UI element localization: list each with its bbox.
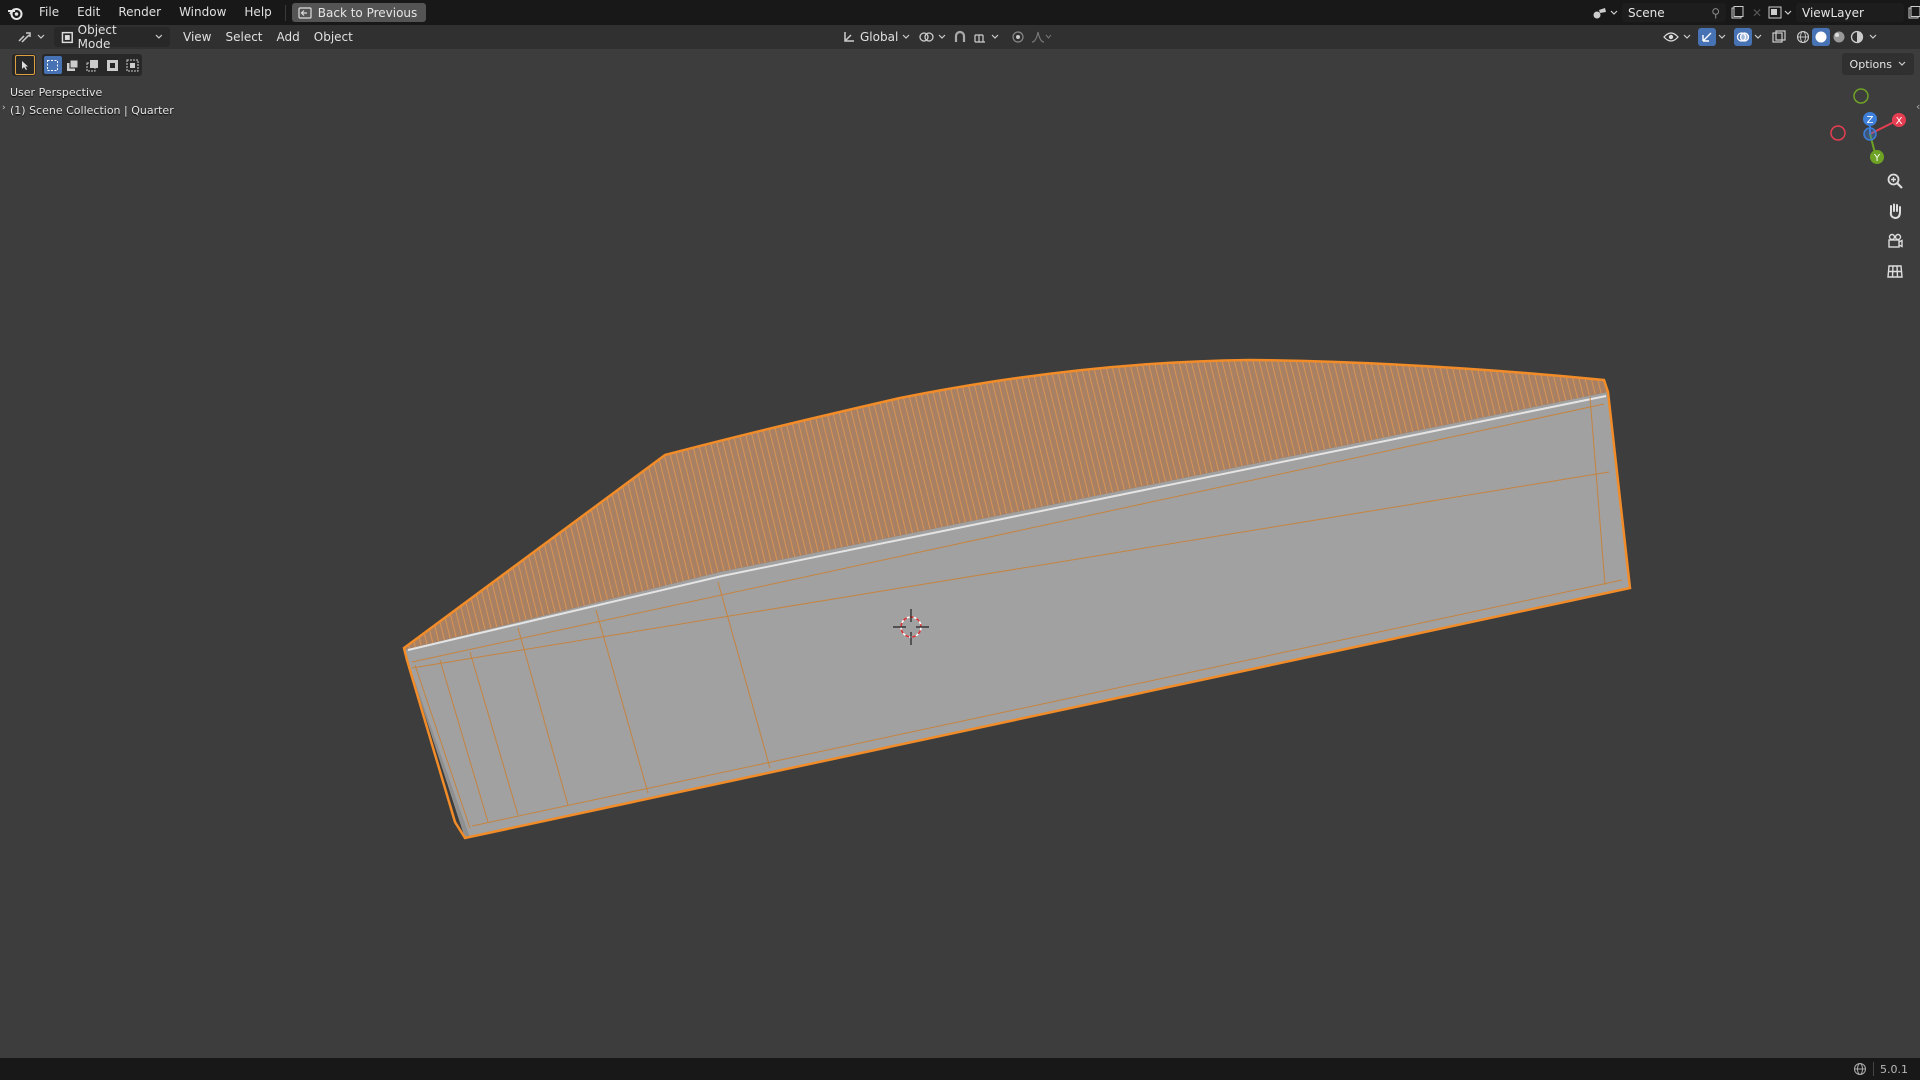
- quarter-object[interactable]: [402, 358, 1632, 840]
- gizmo-x-icon[interactable]: X: [1892, 113, 1906, 127]
- pan-hand-icon[interactable]: [1882, 198, 1908, 224]
- gizmo-x-label: X: [1896, 116, 1903, 127]
- viewport-canvas[interactable]: [0, 0, 1920, 1080]
- status-bar: 5.0.1: [0, 1058, 1920, 1080]
- network-icon[interactable]: [1853, 1062, 1867, 1076]
- gizmo-neg-z-icon[interactable]: [1863, 127, 1877, 141]
- gizmo-z-label: Z: [1867, 115, 1874, 126]
- grid-icon[interactable]: [1882, 258, 1908, 284]
- gizmo-z-icon[interactable]: Z: [1863, 112, 1877, 126]
- gizmo-y-icon[interactable]: Y: [1870, 150, 1884, 164]
- gizmo-neg-x-icon[interactable]: [1830, 125, 1846, 141]
- status-divider: [1873, 1062, 1874, 1076]
- navigation-gizmo[interactable]: X Y Z ‹: [1820, 84, 1920, 168]
- zoom-icon[interactable]: [1882, 168, 1908, 194]
- version-label: 5.0.1: [1880, 1062, 1908, 1076]
- gizmo-y-label: Y: [1873, 153, 1881, 164]
- gizmo-neg-y-icon[interactable]: [1853, 88, 1869, 104]
- camera-icon[interactable]: [1882, 228, 1908, 254]
- sidebar-toggle-icon[interactable]: ‹: [1916, 100, 1920, 113]
